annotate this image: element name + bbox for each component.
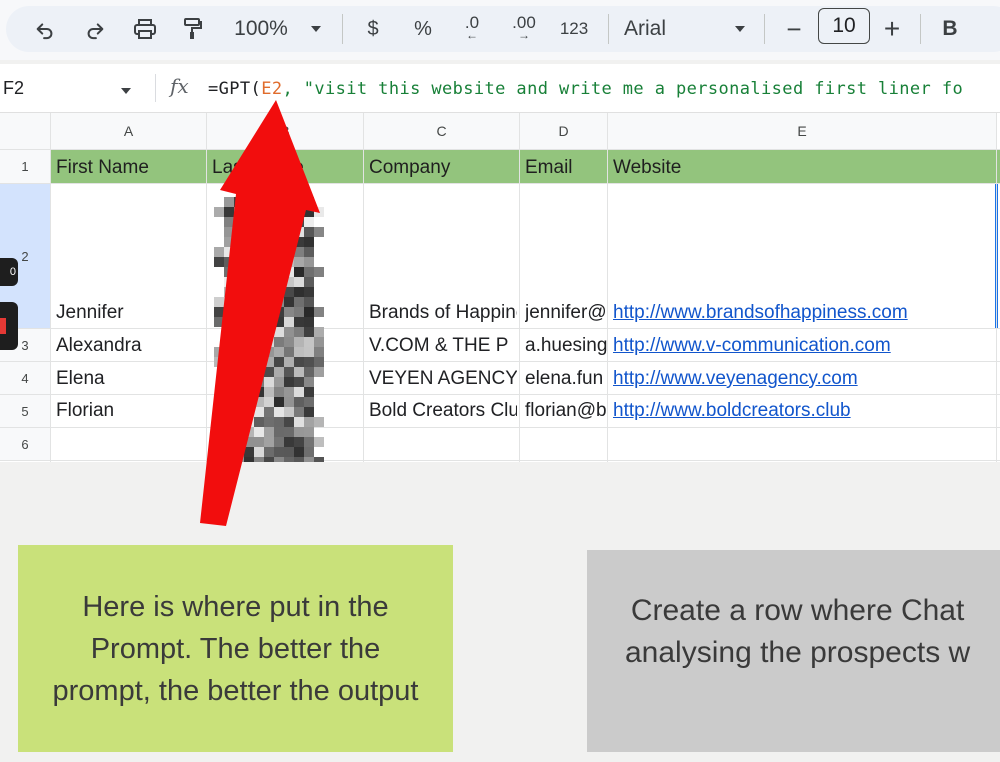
instruction-line-2: analysing the prospects w — [625, 636, 971, 669]
prompt-callout: Here is where put in the Prompt. The bet… — [18, 545, 453, 752]
instruction-line-1: Create a row where Chat — [630, 594, 965, 627]
prompt-callout-text: Here is where put in the Prompt. The bet… — [52, 590, 419, 707]
instruction-callout-text: Create a row where Chat analysing the pr… — [625, 590, 970, 674]
arrow-shape — [200, 100, 320, 526]
instruction-callout: Create a row where Chat analysing the pr… — [587, 550, 1000, 752]
